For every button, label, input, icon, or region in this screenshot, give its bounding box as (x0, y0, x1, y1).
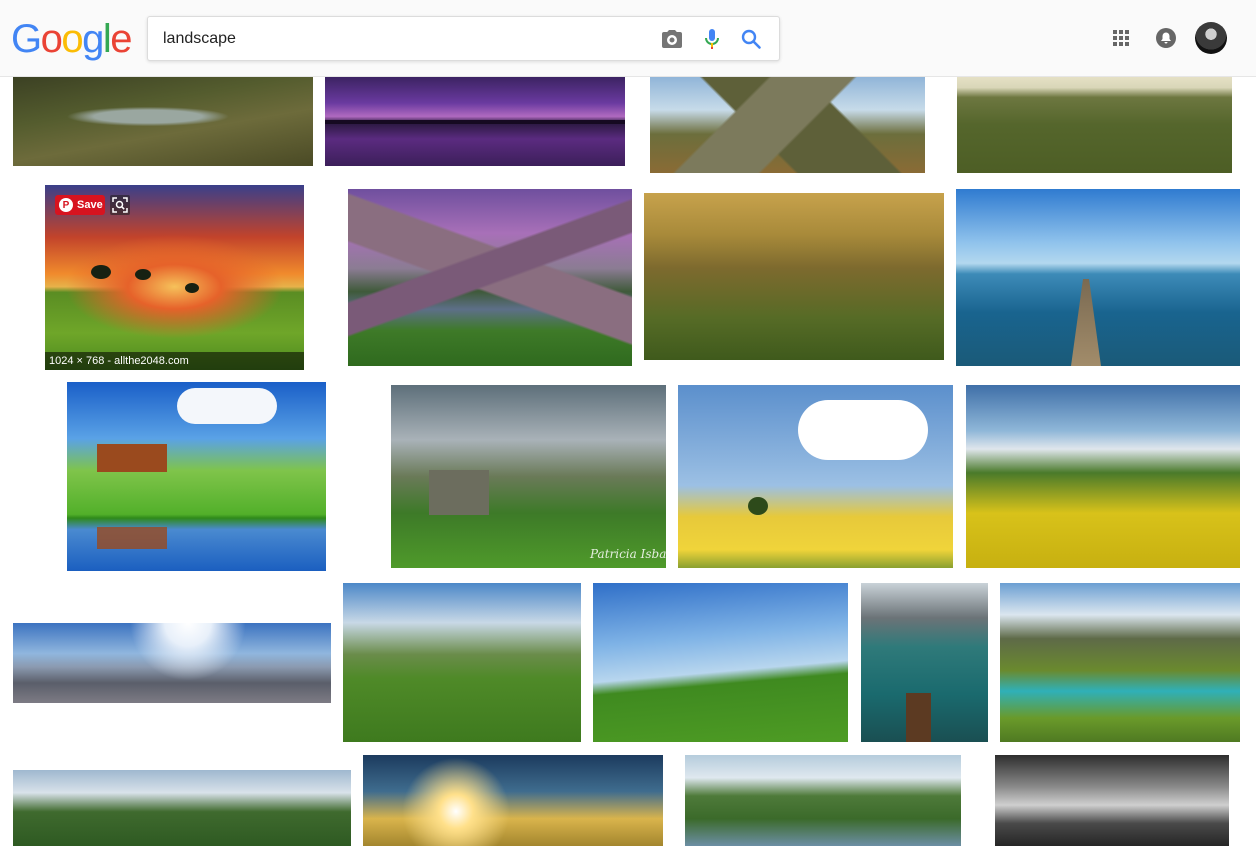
image-info-caption: 1024 × 768 - allthe2048.com (45, 352, 304, 370)
top-bar: Google (0, 0, 1256, 77)
result-image-14[interactable] (343, 583, 581, 742)
search-input[interactable] (163, 17, 643, 60)
visual-search-icon[interactable] (110, 195, 130, 215)
mic-icon[interactable] (700, 27, 724, 51)
search-icon[interactable] (739, 27, 763, 51)
logo-letter: l (102, 17, 112, 61)
result-image-21[interactable] (995, 755, 1229, 846)
result-image-10[interactable] (391, 385, 666, 568)
google-logo[interactable]: Google (11, 17, 132, 61)
apps-grid-icon[interactable] (1109, 26, 1133, 50)
result-image-3[interactable] (650, 76, 925, 173)
result-image-12[interactable] (966, 385, 1240, 568)
result-image-8[interactable] (956, 189, 1240, 366)
result-image-1[interactable] (13, 76, 313, 166)
result-image-15[interactable] (593, 583, 848, 742)
result-image-16[interactable] (861, 583, 988, 742)
result-image-18[interactable] (13, 770, 351, 846)
result-image-6[interactable] (348, 189, 632, 366)
notifications-icon[interactable] (1154, 26, 1178, 50)
save-label: Save (77, 199, 103, 211)
camera-icon[interactable] (660, 27, 684, 51)
result-image-9[interactable] (67, 382, 326, 571)
logo-letter: e (110, 17, 132, 61)
result-image-13[interactable] (13, 623, 331, 703)
result-image-11[interactable] (678, 385, 953, 568)
result-image-20[interactable] (685, 755, 961, 846)
result-image-7[interactable] (644, 193, 944, 360)
logo-letter: o (40, 17, 63, 61)
logo-letter: G (11, 17, 42, 61)
pinterest-icon: P (59, 198, 73, 212)
account-avatar[interactable] (1195, 22, 1227, 54)
result-image-19[interactable] (363, 755, 663, 846)
result-image-2[interactable] (325, 76, 625, 166)
logo-letter: g (82, 17, 104, 61)
result-image-17[interactable] (1000, 583, 1240, 742)
photo-watermark: Patricia Isball (590, 547, 675, 561)
pinterest-save-button[interactable]: P Save (55, 195, 105, 215)
result-image-4[interactable] (957, 76, 1232, 173)
logo-letter: o (61, 17, 83, 61)
search-box (147, 16, 780, 61)
